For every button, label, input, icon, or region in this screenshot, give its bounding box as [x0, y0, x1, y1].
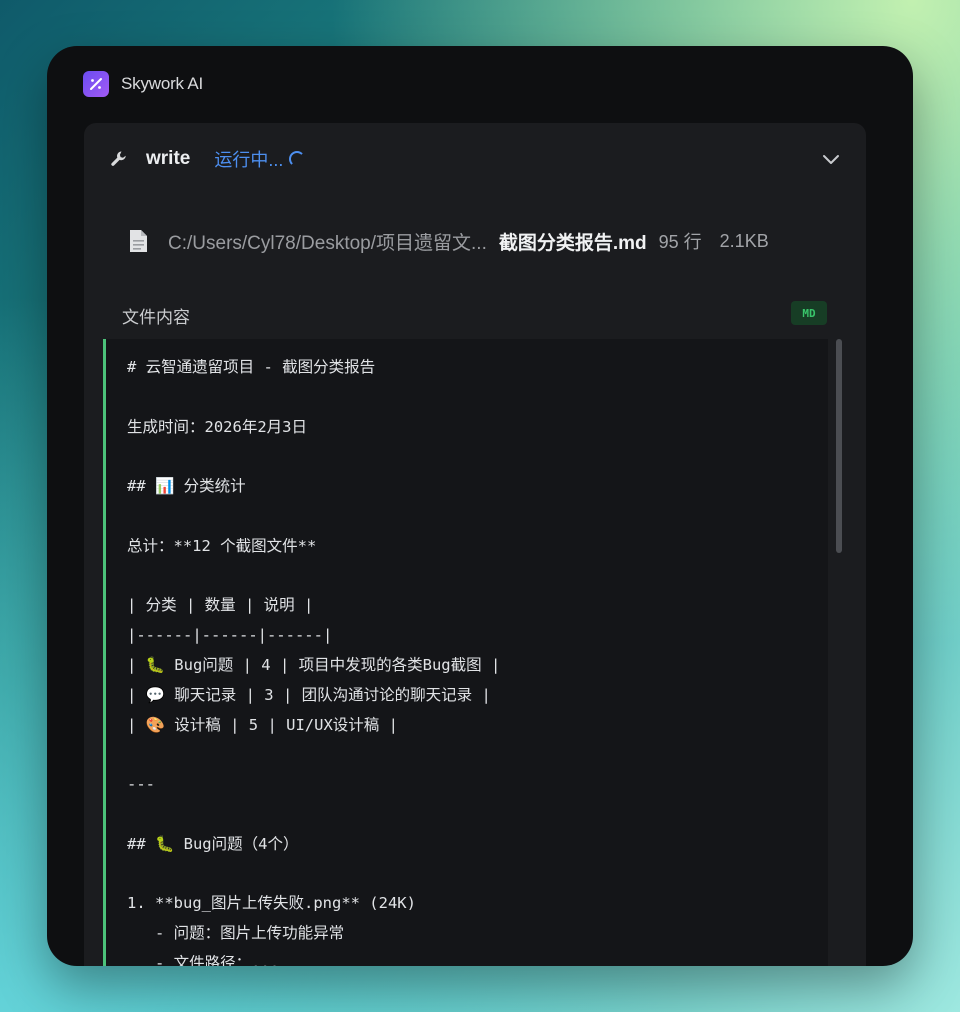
- tool-name: write: [146, 148, 191, 169]
- code-line: ---: [127, 775, 155, 794]
- skywork-logo-icon: [83, 71, 109, 97]
- status-text: 运行中...: [214, 150, 284, 170]
- app-title: Skywork AI: [121, 74, 204, 93]
- code-line: - 文件路径：...: [127, 953, 280, 966]
- tool-call-panel: write 运行中... C:/Users/Cyl78/Desktop/项目遗留…: [84, 123, 866, 966]
- code-lines: # 云智通遗留项目 - 截图分类报告 生成时间：2026年2月3日 ## 📊 分类统…: [127, 353, 817, 966]
- file-content-viewer[interactable]: # 云智通遗留项目 - 截图分类报告 生成时间：2026年2月3日 ## 📊 分类统…: [103, 339, 828, 966]
- code-line: | 💬 聊天记录 | 3 | 团队沟通讨论的聊天记录 |: [127, 685, 491, 704]
- content-label: 文件内容: [122, 308, 190, 327]
- code-line: | 🎨 设计稿 | 5 | UI/UX设计稿 |: [127, 715, 398, 734]
- file-path: C:/Users/Cyl78/Desktop/项目遗留文...: [168, 232, 487, 254]
- chevron-down-icon[interactable]: [820, 148, 842, 170]
- file-size: 2.1KB: [719, 230, 769, 251]
- code-line: - 问题：图片上传功能异常: [127, 924, 345, 943]
- code-line: | 分类 | 数量 | 说明 |: [127, 596, 314, 615]
- code-line: ## 🐛 Bug问题（4个）: [127, 834, 299, 853]
- format-badge: MD: [791, 301, 827, 325]
- code-line: # 云智通遗留项目 - 截图分类报告: [127, 358, 376, 376]
- status-indicator: 运行中...: [214, 146, 306, 172]
- code-line: 1. **bug_图片上传失败.png** (24K): [127, 894, 416, 913]
- document-icon: [130, 230, 147, 252]
- scrollbar[interactable]: [836, 339, 842, 553]
- wrench-icon: [108, 148, 130, 170]
- file-info-row: C:/Users/Cyl78/Desktop/项目遗留文... 截图分类报告.m…: [128, 226, 838, 256]
- code-line: | 🐛 Bug问题 | 4 | 项目中发现的各类Bug截图 |: [127, 655, 501, 674]
- code-line: 总计：**12 个截图文件**: [127, 536, 317, 555]
- app-window: Skywork AI write 运行中... C:/Users/Cyl78/D…: [47, 46, 913, 966]
- titlebar: Skywork AI: [83, 70, 203, 98]
- spinner-icon: [289, 151, 306, 167]
- file-line-count: 95 行: [658, 232, 702, 252]
- code-line: ## 📊 分类统计: [127, 477, 246, 496]
- code-line: 生成时间：2026年2月3日: [127, 417, 307, 436]
- file-name: 截图分类报告.md: [498, 232, 647, 254]
- code-line: |------|------|------|: [127, 626, 333, 645]
- tool-header[interactable]: write 运行中...: [108, 145, 842, 173]
